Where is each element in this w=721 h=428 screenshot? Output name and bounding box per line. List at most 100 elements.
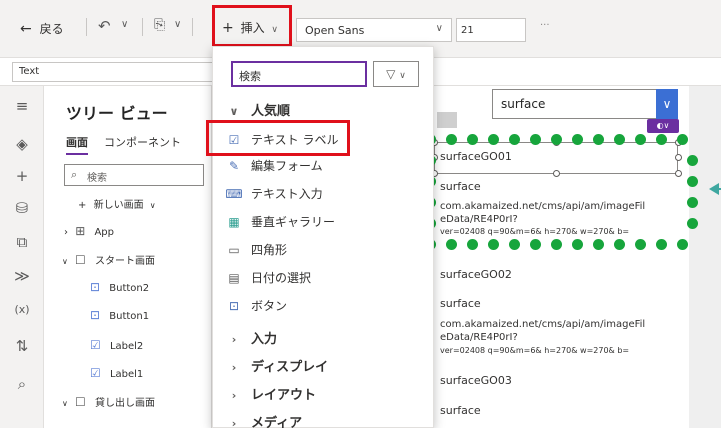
annotation-dot xyxy=(687,218,698,229)
annotation-dot xyxy=(656,134,667,145)
search-icon: ⌕ xyxy=(71,168,78,181)
search-dropdown[interactable]: surface xyxy=(492,89,668,119)
vertical-gallery-icon: ▦ xyxy=(228,215,240,229)
tree-item-button1[interactable]: ⊡ Button1 xyxy=(90,308,149,322)
annotation-dot xyxy=(530,134,541,145)
chevron-right-icon: › xyxy=(231,417,237,428)
undo-chevron-icon[interactable]: ∨ xyxy=(121,19,128,30)
plus-icon: + xyxy=(78,200,87,211)
gallery-item-title: surfaceGO02 xyxy=(440,268,512,281)
annotation-dot xyxy=(509,239,520,250)
new-screen-button[interactable]: + 新しい画面 ∨ xyxy=(78,196,156,211)
media-icon[interactable]: ⧉ xyxy=(12,232,32,252)
insert-highlight-box xyxy=(212,5,292,47)
tab-components[interactable]: コンポーネント xyxy=(104,134,181,150)
annotation-dot xyxy=(488,134,499,145)
font-family-dropdown[interactable]: Open Sans ∨ xyxy=(296,18,452,42)
tools-icon[interactable]: ⇅ xyxy=(12,336,32,356)
gallery-item-url: ver=02408 q=90&m=6& h=270& w=270& b= xyxy=(440,227,630,236)
annotation-dot xyxy=(530,239,541,250)
more-options-icon[interactable]: ··· xyxy=(540,20,550,31)
toolbar-divider xyxy=(192,18,193,36)
tab-screens[interactable]: 画面 xyxy=(66,134,88,155)
annotation-dot xyxy=(656,239,667,250)
edit-form-icon: ✎ xyxy=(228,159,240,173)
rectangle-icon: ▭ xyxy=(228,243,240,257)
tree-item-start-screen[interactable]: ∨ ☐ スタート画面 xyxy=(62,252,155,267)
gallery-item-url: eData/RE4P0rI? xyxy=(440,332,518,343)
hamburger-icon[interactable]: ≡ xyxy=(12,96,32,116)
annotation-dot xyxy=(593,239,604,250)
gallery-item-subtitle: surface xyxy=(440,404,481,417)
gallery-item-url: ver=02408 q=90&m=6& h=270& w=270& b= xyxy=(440,346,630,355)
undo-icon[interactable]: ↶ xyxy=(98,17,111,35)
chevron-down-icon: ∨ xyxy=(435,23,443,34)
annotation-dot xyxy=(572,239,583,250)
button-icon: ⊡ xyxy=(90,280,101,294)
annotation-dot xyxy=(687,176,698,187)
gallery-item-url: eData/RE4P0rI? xyxy=(440,214,518,225)
control-badge[interactable]: ◐∨ xyxy=(647,119,679,133)
variables-icon[interactable]: (x) xyxy=(12,300,32,320)
annotation-dot xyxy=(551,134,562,145)
back-button[interactable]: ← 戻る xyxy=(20,20,64,37)
resize-handle[interactable] xyxy=(553,170,560,177)
tree-item-app[interactable]: › ⊞ App xyxy=(64,224,114,238)
category-display[interactable]: › ディスプレイ xyxy=(213,355,433,381)
gallery-item-title: surfaceGO03 xyxy=(440,374,512,387)
app-grid-icon: ⊞ xyxy=(75,224,86,238)
chevron-down-icon: ∨ xyxy=(62,257,68,266)
category-media[interactable]: › メディア xyxy=(213,411,433,428)
text-label-highlight-box xyxy=(206,120,350,156)
tree-item-label1[interactable]: ☑ Label1 xyxy=(90,366,143,380)
tree-search-input[interactable]: ⌕ 検索 xyxy=(64,164,204,186)
insert-menu: 検索 ▽ ∨ ∨ 人気順 ☑ テキスト ラベル ✎ 編集フォーム ⌨ テキスト入力 ▦ 垂… xyxy=(212,46,434,428)
chevron-right-icon: › xyxy=(231,333,237,346)
chevron-down-icon: ∨ xyxy=(399,71,406,81)
chevron-down-icon: ∨ xyxy=(149,201,156,210)
button-icon: ⊡ xyxy=(90,308,101,322)
annotation-dot xyxy=(614,239,625,250)
layers-icon[interactable]: ◈ xyxy=(12,134,32,154)
paste-icon[interactable]: ⎘ xyxy=(154,17,165,33)
filter-button[interactable]: ▽ ∨ xyxy=(373,61,419,87)
annotation-dot xyxy=(593,134,604,145)
category-layout[interactable]: › レイアウト xyxy=(213,383,433,409)
tree-view-title: ツリー ビュー xyxy=(66,104,168,123)
category-input[interactable]: › 入力 xyxy=(213,327,433,353)
paste-chevron-icon[interactable]: ∨ xyxy=(174,19,181,30)
property-dropdown[interactable]: Text ∨ xyxy=(12,62,232,82)
date-picker-icon: ▤ xyxy=(228,271,240,285)
insert-search-input[interactable]: 検索 xyxy=(231,61,367,87)
annotation-dot xyxy=(687,197,698,208)
tree-item-button2[interactable]: ⊡ Button2 xyxy=(90,280,149,294)
gallery-item-title: surfaceGO01 xyxy=(440,150,512,163)
label-icon: ☑ xyxy=(90,366,101,380)
annotation-dot xyxy=(446,134,457,145)
data-icon[interactable]: ⛁ xyxy=(12,198,32,218)
screen-icon: ☐ xyxy=(75,395,86,409)
tree-item-lending-screen[interactable]: ∨ ☐ 貸し出し画面 xyxy=(62,394,155,409)
label-icon: ☑ xyxy=(90,338,101,352)
annotation-dot xyxy=(446,239,457,250)
annotation-dot xyxy=(467,239,478,250)
gallery-item-subtitle: surface xyxy=(440,180,481,193)
menu-item-button[interactable]: ⊡ ボタン xyxy=(213,293,433,319)
plus-icon[interactable]: + xyxy=(12,166,32,186)
menu-item-vertical-gallery[interactable]: ▦ 垂直ギャラリー xyxy=(213,209,433,235)
menu-item-text-input[interactable]: ⌨ テキスト入力 xyxy=(213,181,433,207)
menu-item-rectangle[interactable]: ▭ 四角形 xyxy=(213,237,433,263)
chevron-down-icon[interactable]: ∨ xyxy=(656,89,678,119)
menu-item-date-picker[interactable]: ▤ 日付の選択 xyxy=(213,265,433,291)
resize-handle[interactable] xyxy=(675,170,682,177)
left-icon-rail: ≡ ◈ + ⛁ ⧉ ≫ (x) ⇅ ⌕ xyxy=(0,86,44,428)
annotation-dot xyxy=(677,134,688,145)
toolbar-divider xyxy=(142,18,143,36)
annotation-dot xyxy=(677,239,688,250)
back-arrow-icon: ← xyxy=(20,21,32,37)
search-icon[interactable]: ⌕ xyxy=(12,374,32,394)
tree-item-label2[interactable]: ☑ Label2 xyxy=(90,338,143,352)
font-size-input[interactable]: 21 xyxy=(456,18,526,42)
power-automate-icon[interactable]: ≫ xyxy=(12,266,32,286)
menu-item-edit-form[interactable]: ✎ 編集フォーム xyxy=(213,153,433,179)
